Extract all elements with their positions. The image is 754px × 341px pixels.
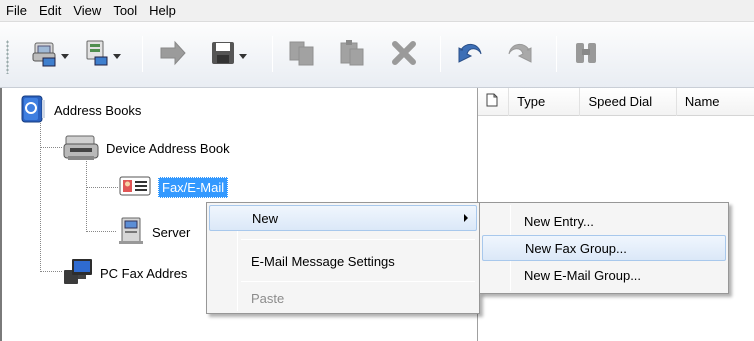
context-menu-paste[interactable]: Paste bbox=[209, 285, 477, 311]
redo-icon bbox=[505, 40, 535, 69]
chevron-right-icon bbox=[464, 214, 468, 222]
address-book-dropdown-icon bbox=[32, 39, 58, 70]
tree-node-fax-email[interactable]: Fax/E-Mail bbox=[118, 174, 229, 201]
new-submenu: New Entry... New Fax Group... New E-Mail… bbox=[479, 202, 729, 294]
menu-separator bbox=[241, 281, 475, 282]
toolbar-separator bbox=[272, 36, 273, 72]
chevron-down-icon bbox=[112, 53, 121, 59]
column-header-label: Name bbox=[684, 94, 720, 109]
tree-connector bbox=[86, 231, 116, 232]
toolbar bbox=[0, 22, 754, 88]
find-button[interactable] bbox=[566, 36, 606, 72]
menu-item-label: New Fax Group... bbox=[525, 240, 627, 256]
server-icon bbox=[116, 216, 146, 249]
fax-email-card-icon bbox=[118, 174, 152, 201]
menu-item-label: New E-Mail Group... bbox=[524, 267, 642, 283]
undo-icon bbox=[455, 40, 485, 69]
tree-node-device-address-book[interactable]: Device Address Book bbox=[62, 132, 230, 165]
document-icon bbox=[486, 93, 498, 110]
find-binoculars-icon bbox=[573, 39, 599, 70]
tree-node-label: Fax/E-Mail bbox=[158, 177, 229, 198]
column-header-speed-dial[interactable]: Speed Dial bbox=[580, 87, 677, 116]
menu-item-label: E-Mail Message Settings bbox=[251, 253, 395, 269]
context-menu-new[interactable]: New bbox=[209, 205, 477, 231]
save-disk-icon bbox=[210, 40, 236, 69]
undo-button[interactable] bbox=[450, 36, 490, 72]
printer-device-icon bbox=[62, 132, 100, 165]
toolbar-separator bbox=[142, 36, 143, 72]
column-header-type[interactable]: Type bbox=[509, 87, 581, 116]
menu-file[interactable]: File bbox=[6, 3, 27, 18]
pc-fax-icon bbox=[62, 256, 94, 291]
column-header-name[interactable]: Name bbox=[677, 88, 754, 116]
toolbar-separator bbox=[440, 36, 441, 72]
save-button[interactable] bbox=[204, 36, 252, 72]
tree-node-label: PC Fax Addres bbox=[100, 266, 188, 281]
column-header-label: Speed Dial bbox=[588, 94, 653, 109]
tree-connector bbox=[86, 187, 118, 188]
tree-node-server[interactable]: Server bbox=[116, 216, 190, 249]
delete-button[interactable] bbox=[384, 36, 424, 72]
context-menu-email-message-settings[interactable]: E-Mail Message Settings bbox=[209, 247, 477, 275]
redo-button[interactable] bbox=[500, 36, 540, 72]
menu-tool[interactable]: Tool bbox=[113, 3, 137, 18]
column-header-label: Type bbox=[517, 94, 546, 109]
menu-item-label: New bbox=[252, 210, 279, 226]
chevron-down-icon bbox=[60, 53, 69, 59]
copy-icon bbox=[287, 39, 317, 70]
menu-help[interactable]: Help bbox=[149, 3, 176, 18]
tree-connector bbox=[40, 118, 41, 272]
tree-node-label: Device Address Book bbox=[106, 141, 230, 156]
menu-item-label: New Entry... bbox=[524, 213, 594, 229]
menu-bar: File Edit View Tool Help bbox=[0, 0, 754, 22]
menu-item-label: Paste bbox=[251, 290, 285, 306]
tree-node-pc-fax[interactable]: PC Fax Addres bbox=[62, 256, 187, 291]
column-header-icon[interactable] bbox=[478, 87, 510, 116]
toolbar-separator bbox=[556, 36, 557, 72]
tree-node-label: Server bbox=[152, 225, 191, 240]
address-book-button[interactable] bbox=[28, 36, 72, 72]
import-arrow-icon bbox=[159, 40, 187, 69]
copy-button[interactable] bbox=[282, 36, 322, 72]
submenu-new-email-group[interactable]: New E-Mail Group... bbox=[482, 262, 726, 288]
network-book-button[interactable] bbox=[80, 36, 124, 72]
tree-node-address-books[interactable]: Address Books bbox=[18, 94, 141, 127]
tree-connector bbox=[40, 147, 62, 148]
chevron-down-icon bbox=[238, 53, 247, 59]
tree-connector bbox=[86, 158, 87, 232]
submenu-new-fax-group[interactable]: New Fax Group... bbox=[482, 235, 726, 261]
toolbar-grip[interactable] bbox=[6, 40, 9, 74]
menu-edit[interactable]: Edit bbox=[39, 3, 61, 18]
network-dropdown-icon bbox=[84, 39, 110, 70]
context-menu: New E-Mail Message Settings Paste bbox=[206, 202, 480, 314]
paste-button[interactable] bbox=[332, 36, 372, 72]
submenu-new-entry[interactable]: New Entry... bbox=[482, 208, 726, 234]
list-column-headers: Type Speed Dial Name bbox=[478, 87, 754, 116]
tree-node-label: Address Books bbox=[54, 103, 142, 118]
menu-view[interactable]: View bbox=[73, 3, 101, 18]
delete-x-icon bbox=[390, 39, 418, 70]
paste-icon bbox=[337, 39, 367, 70]
address-books-icon bbox=[18, 94, 48, 127]
menu-separator bbox=[241, 239, 475, 240]
tree-connector bbox=[40, 271, 62, 272]
import-button[interactable] bbox=[154, 36, 192, 72]
